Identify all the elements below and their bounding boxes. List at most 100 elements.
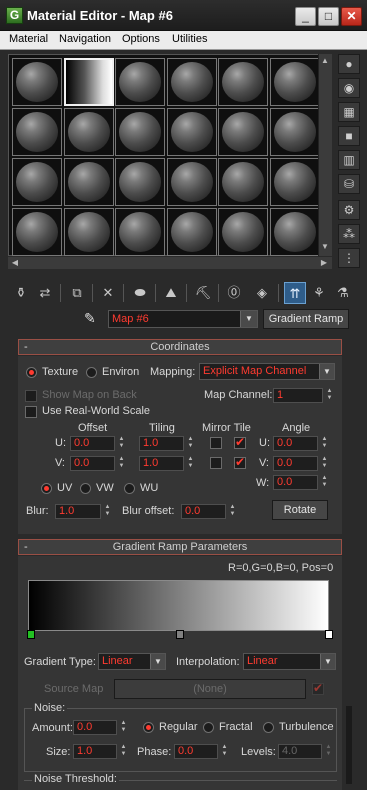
sample-slot[interactable] [218,108,268,156]
environ-radio[interactable] [86,367,97,378]
collapse-icon[interactable]: - [24,540,28,554]
material-effects-channel-icon[interactable]: ⛏ [192,282,214,304]
sample-uv-tiling-icon[interactable]: ■ [338,126,360,146]
options-icon[interactable]: ⚙ [338,200,360,220]
scroll-down-icon[interactable]: ▼ [319,242,331,251]
blur-offset-field[interactable]: 0.0 [181,504,226,519]
menu-material[interactable]: Material [9,33,48,45]
show-map-in-viewport-icon[interactable]: ⓪ [223,282,245,304]
map-channel-field[interactable]: 1 [273,388,323,403]
go-to-parent-icon[interactable]: ⇈ [284,282,306,304]
show-end-result-icon[interactable]: ◈ [251,282,273,304]
make-unique-icon[interactable]: ⬬ [129,282,151,304]
sample-slot[interactable] [218,158,268,206]
sample-slot[interactable] [63,208,114,256]
u-tiling-field[interactable]: 1.0 [139,436,184,451]
sample-slot[interactable] [115,158,165,206]
u-tile-checkbox[interactable] [234,435,246,449]
texture-radio[interactable] [26,367,37,378]
sample-slot[interactable] [166,208,217,256]
chevron-down-icon[interactable]: ▼ [150,654,165,669]
use-real-world-scale-checkbox[interactable] [25,406,37,418]
scroll-left-icon[interactable]: ◀ [9,258,21,267]
sample-slot[interactable] [115,208,165,256]
sample-slot[interactable] [166,158,217,206]
source-map-checkbox[interactable] [312,681,324,695]
interpolation-dropdown[interactable]: Linear ▼ [243,653,336,670]
sample-slot[interactable] [269,58,320,106]
gradient-flag-end[interactable] [325,630,333,639]
blur-field[interactable]: 1.0 [55,504,101,519]
source-map-button[interactable]: (None) [114,679,306,699]
w-angle-field[interactable]: 0.0 [273,475,318,490]
show-map-on-back-checkbox[interactable] [25,390,37,402]
menu-utilities[interactable]: Utilities [172,33,207,45]
sample-slot[interactable] [166,108,217,156]
u-angle-spinner[interactable]: ▲ ▼ [320,436,329,451]
blur-offset-spinner[interactable]: ▲ ▼ [228,504,237,519]
chevron-down-icon[interactable]: ▼ [319,364,334,379]
put-to-library-icon[interactable]: ⛰ [160,282,182,304]
sample-type-icon[interactable]: ● [338,54,360,74]
panel-scrollbar[interactable] [346,706,352,784]
coordinates-rollout-header[interactable]: - Coordinates [18,339,342,355]
slots-vertical-scrollbar[interactable]: ▲ ▼ [318,54,332,256]
sample-slot[interactable] [63,58,114,106]
sample-slot[interactable] [115,108,165,156]
blur-spinner[interactable]: ▲ ▼ [103,504,112,519]
map-type-button[interactable]: Gradient Ramp [263,309,349,329]
levels-spinner[interactable]: ▲ ▼ [324,744,333,759]
u-offset-spinner[interactable]: ▲ ▼ [117,436,126,451]
select-by-material-icon[interactable]: ⁂ [338,224,360,244]
background-checker-icon[interactable]: ▦ [338,102,360,122]
u-angle-field[interactable]: 0.0 [273,436,318,451]
close-button[interactable]: ✕ [341,7,362,26]
menu-options[interactable]: Options [122,33,160,45]
sample-slot[interactable] [12,58,62,106]
gradient-type-dropdown[interactable]: Linear ▼ [98,653,166,670]
fractal-radio[interactable] [203,722,214,733]
v-angle-spinner[interactable]: ▲ ▼ [320,456,329,471]
sample-slot[interactable] [63,158,114,206]
sample-slot[interactable] [166,58,217,106]
size-field[interactable]: 1.0 [73,744,117,759]
vw-radio[interactable] [80,483,91,494]
go-forward-to-sibling-icon[interactable]: ⚘ [308,282,330,304]
amount-spinner[interactable]: ▲ ▼ [119,720,128,735]
v-offset-spinner[interactable]: ▲ ▼ [117,456,126,471]
wu-radio[interactable] [124,483,135,494]
turbulence-radio[interactable] [263,722,274,733]
w-angle-spinner[interactable]: ▲ ▼ [320,475,329,490]
size-spinner[interactable]: ▲ ▼ [119,744,128,759]
make-preview-icon[interactable]: ⛁ [338,174,360,194]
phase-spinner[interactable]: ▲ ▼ [220,744,229,759]
v-angle-field[interactable]: 0.0 [273,456,318,471]
minimize-button[interactable]: _ [295,7,316,26]
maximize-button[interactable]: □ [318,7,339,26]
collapse-icon[interactable]: - [24,340,28,354]
mapping-dropdown[interactable]: Explicit Map Channel ▼ [199,363,335,380]
sample-slot[interactable] [12,108,62,156]
chevron-down-icon[interactable]: ▼ [240,311,257,327]
sample-slot[interactable] [269,158,320,206]
sample-slot[interactable] [218,58,268,106]
put-to-scene-icon[interactable]: ⇄ [34,282,56,304]
backlight-icon[interactable]: ◉ [338,78,360,98]
sample-slot[interactable] [218,208,268,256]
u-tiling-spinner[interactable]: ▲ ▼ [186,436,195,451]
gradient-flag-start[interactable] [27,630,35,639]
app-icon[interactable]: G [6,7,23,24]
pick-material-icon[interactable]: ⚗ [332,282,354,304]
scroll-up-icon[interactable]: ▲ [319,56,331,65]
map-channel-spinner[interactable]: ▲ ▼ [325,388,334,403]
get-material-icon[interactable]: ⚱ [10,282,32,304]
gradient-ramp-preview[interactable] [28,580,329,631]
sample-slot[interactable] [269,208,320,256]
phase-field[interactable]: 0.0 [174,744,218,759]
gradient-flag-middle[interactable] [176,630,184,639]
sample-slot[interactable] [12,158,62,206]
uv-radio[interactable] [41,483,52,494]
levels-field[interactable]: 4.0 [278,744,322,759]
v-mirror-checkbox[interactable] [210,457,222,469]
u-offset-field[interactable]: 0.0 [70,436,115,451]
